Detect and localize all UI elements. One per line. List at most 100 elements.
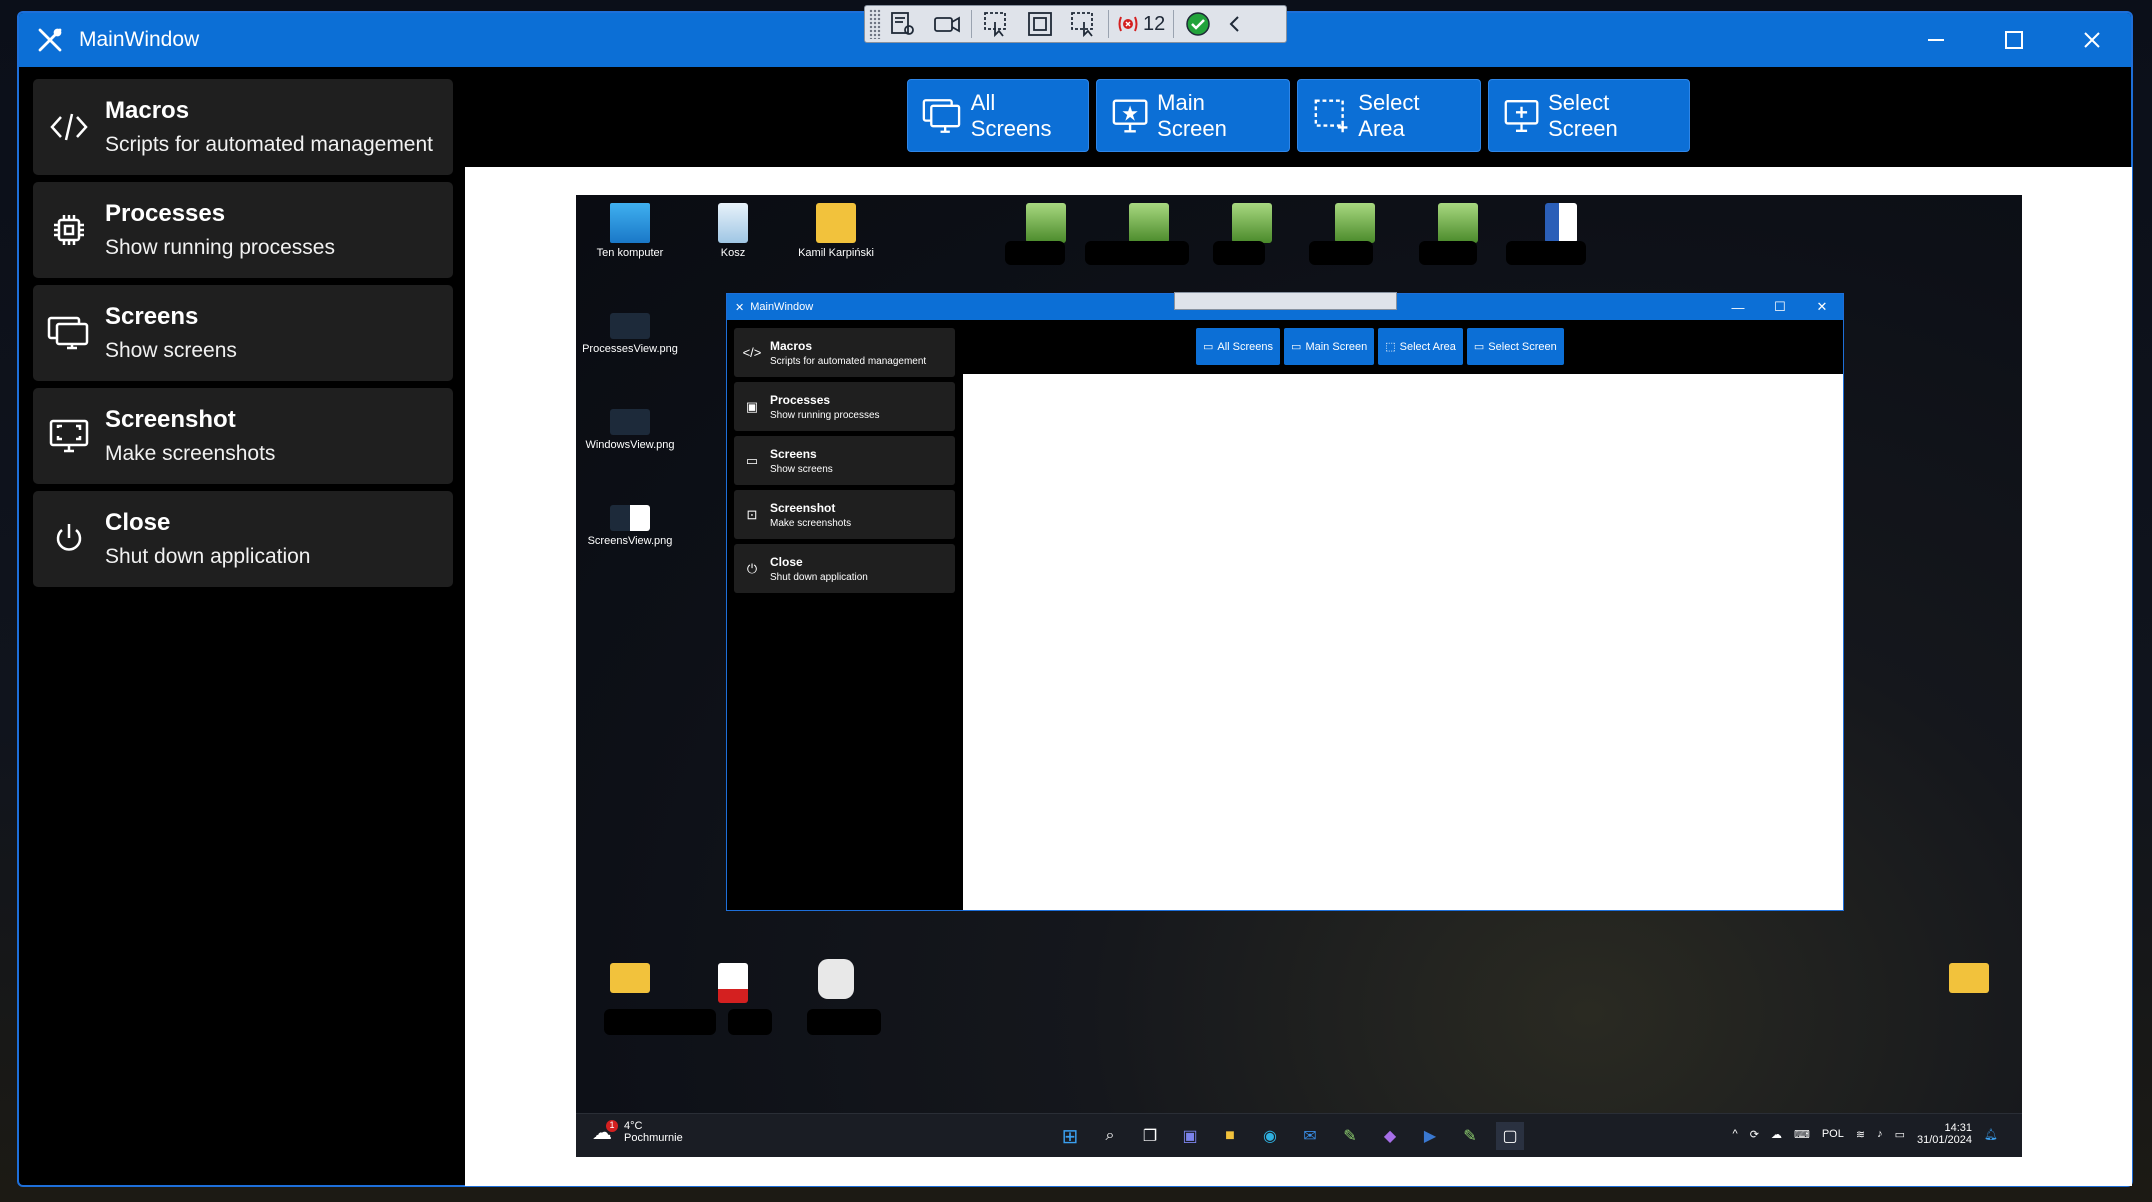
clock-date: 31/01/2024 — [1916, 1134, 1973, 1146]
toolbar-separator — [971, 10, 972, 38]
nested-all-screens-button: ▭ All Screens — [1196, 328, 1281, 365]
record-icon — [1118, 16, 1138, 32]
close-button[interactable] — [2053, 13, 2131, 67]
monitors-icon — [922, 98, 961, 133]
desktop-icon-computer[interactable]: Ten komputer — [580, 203, 680, 259]
frame-button[interactable] — [1018, 7, 1062, 41]
desktop-icon-folder[interactable] — [1919, 963, 2019, 997]
redaction-block — [1506, 241, 1586, 265]
desktop-icon-user[interactable]: Kamil Karpiński — [786, 203, 886, 259]
folder-icon — [1949, 963, 1989, 993]
desktop-icon-label: ScreensView.png — [587, 535, 673, 547]
minimize-button[interactable] — [1897, 13, 1975, 67]
nested-item-title: Close — [770, 554, 803, 569]
desktop-icon-recycle-bin[interactable]: Kosz — [683, 203, 783, 259]
chevron-left-icon — [1229, 16, 1239, 32]
record-counter[interactable]: 12 — [1111, 13, 1171, 36]
desktop-icon-png[interactable]: ProcessesView.png — [580, 313, 680, 355]
nested-item-title: Processes — [770, 392, 831, 407]
pdf-file-icon — [718, 963, 748, 1003]
nested-button-label: Select Screen — [1488, 340, 1557, 353]
grip-icon[interactable] — [869, 9, 881, 39]
sidebar-item-screenshot[interactable]: Screenshot Make screenshots — [33, 388, 453, 484]
select-pointer-button[interactable] — [974, 7, 1018, 41]
recycle-bin-icon — [718, 203, 748, 243]
minimize-icon — [1928, 39, 1944, 41]
main-screen-label: Main Screen — [1157, 89, 1227, 141]
notification-bell-icon: 🔔︎ — [1984, 1128, 1998, 1141]
nested-select-screen-button: ▭ Select Screen — [1466, 328, 1564, 365]
collapse-button[interactable] — [1220, 7, 1250, 41]
sidebar-item-processes[interactable]: Processes Show running processes — [33, 182, 453, 278]
user-folder-icon — [816, 203, 856, 243]
nested-item-title: Macros — [770, 338, 813, 353]
image-editor-icon: ✎ — [1463, 1128, 1477, 1145]
nested-sidebar-item: ⏻ Close Shut down application — [734, 544, 955, 593]
sidebar-item-subtitle: Make screenshots — [105, 442, 276, 465]
record-video-button[interactable] — [925, 7, 969, 41]
taskbar-apps: ⊞ ⌕ ❐ ▣ ■ ◉ ✉ ✎ ◆ ▶ ✎ ▢ — [1056, 1122, 1524, 1150]
toolbar-separator — [1108, 10, 1109, 38]
sidebar-item-macros[interactable]: Macros Scripts for automated management — [33, 79, 453, 175]
desktop-icon-png[interactable]: ScreensView.png — [580, 505, 680, 547]
powershell-icon: ▶ — [1423, 1128, 1437, 1145]
redaction-block — [1085, 241, 1189, 265]
monitors-icon: ▭ — [1203, 341, 1214, 353]
screenshot-icon: ⊡ — [746, 506, 758, 522]
maximize-button[interactable] — [1975, 13, 2053, 67]
sync-icon: ⟳ — [1749, 1128, 1759, 1141]
nested-window-title: MainWindow — [750, 301, 814, 313]
desktop-icon-script[interactable] — [786, 959, 886, 1003]
redaction-block — [1419, 241, 1477, 265]
visual-studio-icon: ◆ — [1383, 1128, 1397, 1145]
all-screens-button[interactable]: All Screens — [907, 79, 1089, 152]
temperature: 4°C — [624, 1120, 643, 1132]
maximize-icon — [2005, 31, 2023, 49]
code-icon: </> — [742, 345, 762, 360]
folder-icon — [610, 963, 650, 993]
select-screen-icon: ▭ — [1473, 341, 1485, 353]
computer-icon — [610, 203, 650, 243]
task-view-icon: ❐ — [1142, 1128, 1158, 1145]
nested-buttons: ▭ All Screens ▭ Main Screen ⬚ Select Area ▭… — [1196, 328, 1564, 365]
sidebar: Macros Scripts for automated management … — [33, 79, 453, 594]
sidebar-item-title: Processes — [105, 200, 226, 227]
window-title: MainWindow — [79, 28, 200, 51]
power-icon: ⏻ — [746, 560, 758, 576]
script-icon — [818, 959, 854, 999]
screen-mode-buttons: All Screens Main Screen Select Area Sele… — [907, 79, 1690, 152]
sidebar-item-title: Close — [105, 509, 171, 536]
app-window-icon: ▢ — [1496, 1122, 1524, 1150]
close-icon — [2084, 32, 2100, 48]
all-screens-label: All Screens — [970, 89, 1052, 141]
toolbar-separator — [1173, 10, 1175, 38]
select-screen-button[interactable]: Select Screen — [1488, 79, 1690, 152]
settings-list-button[interactable] — [881, 7, 925, 41]
edge-icon: ◉ — [1263, 1128, 1277, 1145]
sidebar-item-subtitle: Scripts for automated management — [105, 133, 434, 156]
sidebar-item-screens[interactable]: Screens Show screens — [33, 285, 453, 381]
system-tray: ^ ⟳ ☁ ⌨ POL ≋ ♪ ▭ 14:31 31/01/2024 🔔︎ — [1733, 1122, 1998, 1146]
redaction-block — [1309, 241, 1373, 265]
select-screen-icon — [1071, 12, 1093, 38]
desktop-icon-pdf[interactable] — [683, 963, 783, 1007]
content-area: Ten komputer Kosz Kamil Karpiński Proces… — [465, 167, 2132, 1186]
main-screen-button[interactable]: Main Screen — [1096, 79, 1290, 152]
desktop-icon-png[interactable]: WindowsView.png — [580, 409, 680, 451]
confirm-button[interactable] — [1176, 7, 1220, 41]
desktop-icon-label: Ten komputer — [596, 247, 664, 259]
check-icon — [1186, 12, 1210, 36]
desktop-icon-folder[interactable] — [580, 963, 680, 997]
screenshot-preview: Ten komputer Kosz Kamil Karpiński Proces… — [576, 195, 2022, 1157]
sidebar-item-close[interactable]: Close Shut down application — [33, 491, 453, 587]
nested-main-window: ✕ MainWindow — ☐ ✕ </> Macros Scripts for au… — [726, 292, 1844, 911]
notepad-icon: ✎ — [1343, 1128, 1357, 1145]
preview-taskbar: ☁ 1 4°C Pochmurnie ⊞ ⌕ ❐ ▣ ■ ◉ ✉ ✎ ◆ ▶ ✎… — [576, 1113, 2022, 1157]
cpu-icon: ▣ — [745, 398, 759, 414]
select-area-button[interactable]: Select Area — [1297, 79, 1481, 152]
sidebar-item-title: Screens — [105, 303, 199, 330]
sidebar-item-subtitle: Show running processes — [105, 236, 335, 259]
nested-content-area — [963, 374, 1843, 910]
select-screen-tool-button[interactable] — [1062, 7, 1106, 41]
onedrive-icon: ☁ — [1770, 1128, 1782, 1141]
